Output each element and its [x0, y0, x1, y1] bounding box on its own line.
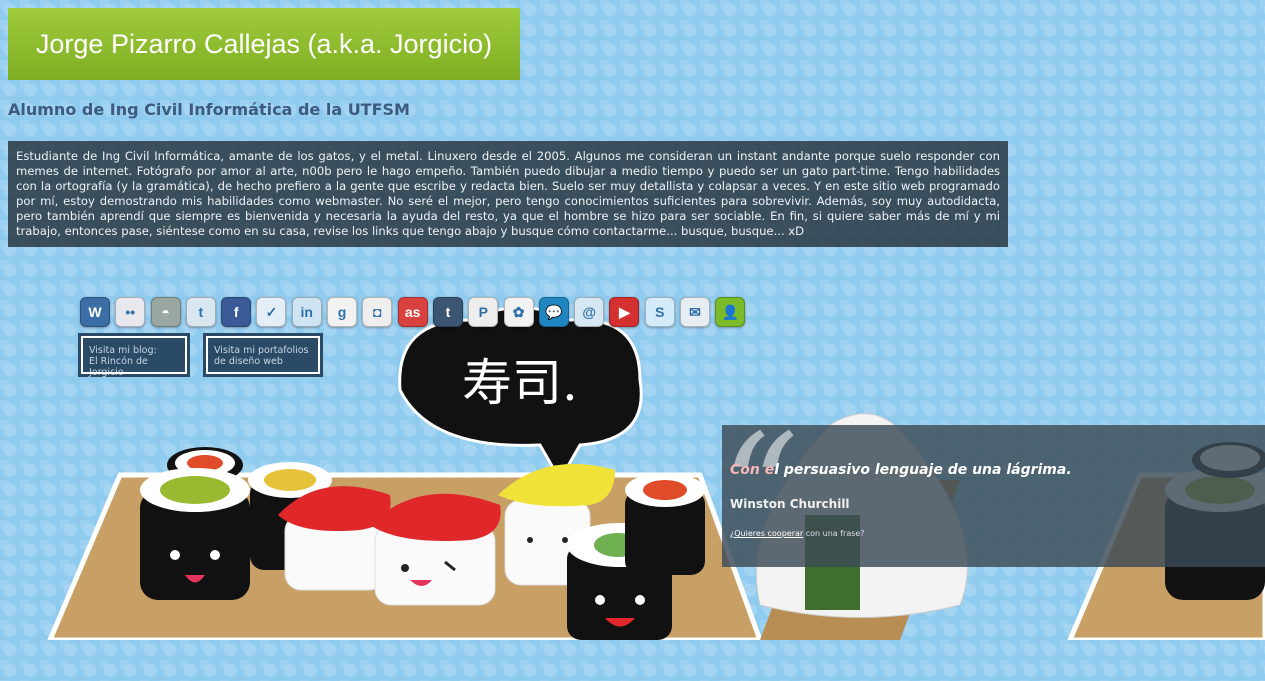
twitter-icon[interactable]: t — [185, 297, 216, 327]
email-icon[interactable]: ✉ — [680, 297, 711, 327]
squarespace-icon[interactable]: ◘ — [362, 297, 393, 327]
msn-icon[interactable]: ✿ — [503, 297, 534, 327]
skype-icon[interactable]: S — [644, 297, 675, 327]
quote-author: Winston Churchill — [730, 497, 850, 511]
linkedin-icon[interactable]: in — [291, 297, 322, 327]
portfolio-link-button[interactable]: Visita mi portafolios de diseño web — [203, 333, 323, 377]
site-title-banner: Jorge Pizarro Callejas (a.k.a. Jorgicio) — [8, 8, 520, 80]
youtube-icon[interactable]: ▶ — [609, 297, 640, 327]
quote-text-rest: l persuasivo lenguaje de una lágrima. — [774, 462, 1072, 478]
lastfm-icon[interactable]: as — [397, 297, 428, 327]
chat-icon[interactable]: 💬 — [538, 297, 569, 327]
tumblr-icon[interactable]: t — [432, 297, 463, 327]
plurk-icon[interactable]: P — [468, 297, 499, 327]
facebook-icon[interactable]: f — [221, 297, 252, 327]
kanji-text: 寿司. — [462, 354, 578, 412]
cooperate-suffix: con una frase? — [803, 529, 865, 538]
delicious-icon[interactable]: ◓ — [150, 297, 181, 327]
foursquare-icon[interactable]: ✓ — [256, 297, 287, 327]
bio-text: Estudiante de Ing Civil Informática, ama… — [8, 141, 1008, 247]
blog-link-label: Visita mi blog: El Rincón de Jorgicio — [89, 345, 157, 378]
google-icon[interactable]: g — [327, 297, 358, 327]
social-icon-bar: W •• ◓ t f ✓ in g ◘ as t P ✿ 💬 @ ▶ S ✉ 👤 — [80, 297, 746, 327]
blog-link-button[interactable]: Visita mi blog: El Rincón de Jorgicio — [78, 333, 190, 378]
site-subtitle: Alumno de Ing Civil Informática de la UT… — [8, 100, 410, 119]
flickr-icon[interactable]: •• — [115, 297, 146, 327]
portfolio-link-label: Visita mi portafolios de diseño web — [214, 345, 309, 367]
quote-cooperate: ¿Quieres cooperar con una frase? — [730, 529, 865, 538]
quote-text: Con el persuasivo lenguaje de una lágrim… — [730, 462, 1072, 478]
contact-icon[interactable]: 👤 — [715, 297, 746, 327]
identica-icon[interactable]: @ — [574, 297, 605, 327]
quote-mark-icon: “ — [722, 403, 799, 577]
wordpress-icon[interactable]: W — [80, 297, 110, 327]
quote-text-start: Con e — [730, 462, 775, 478]
cooperate-link[interactable]: ¿Quieres cooperar — [730, 529, 803, 538]
quote-box: “ Con el persuasivo lenguaje de una lágr… — [722, 415, 1265, 567]
site-title: Jorge Pizarro Callejas (a.k.a. Jorgicio) — [35, 28, 493, 59]
